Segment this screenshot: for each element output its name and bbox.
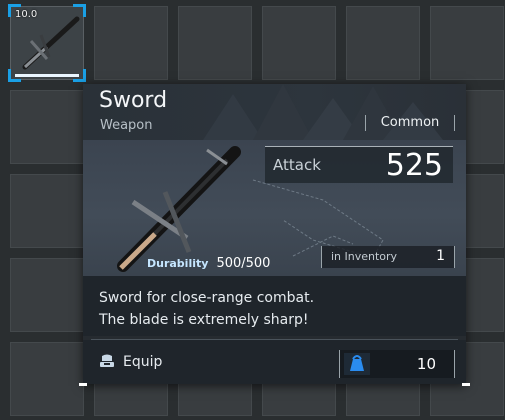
inventory-slot[interactable] (10, 90, 84, 164)
durability-stat: Durability 500/500 (147, 256, 270, 271)
inventory-slot[interactable] (10, 174, 84, 248)
inventory-slot-selected[interactable]: 10.0 (8, 4, 86, 82)
price-display: 10 (339, 350, 455, 378)
item-title: Sword (99, 88, 168, 113)
equip-button-icon (100, 354, 114, 367)
inventory-count-label: in Inventory (331, 250, 398, 263)
tooltip-stats-panel: Attack 525 Durability 500/500 in Inventor… (83, 140, 466, 276)
sword-icon (22, 16, 80, 70)
tooltip-header: Sword Weapon Common (83, 84, 466, 140)
item-type: Weapon (100, 118, 153, 133)
inventory-slot[interactable] (10, 342, 84, 416)
weight-icon (344, 353, 370, 375)
description-line: Sword for close-range combat. (99, 290, 315, 306)
corner-mark (79, 383, 87, 386)
attack-stat: Attack 525 (265, 146, 453, 183)
inventory-slot[interactable] (178, 6, 252, 80)
description-line: The blade is extremely sharp! (99, 312, 309, 328)
corner-mark (462, 383, 470, 386)
sword-icon (117, 146, 241, 272)
inventory-slot[interactable] (10, 258, 84, 332)
equip-action[interactable]: Equip (123, 354, 162, 370)
rarity-badge: Common (365, 115, 455, 131)
inventory-slot[interactable] (262, 6, 336, 80)
item-tooltip: Sword Weapon Common Attack 525 Durabilit… (79, 84, 470, 386)
inventory-slot[interactable] (346, 6, 420, 80)
inventory-count-stat: in Inventory 1 (321, 246, 455, 268)
inventory-slot[interactable] (430, 6, 504, 80)
durability-bar (15, 74, 79, 77)
attack-label: Attack (273, 156, 321, 174)
slot-weight: 10.0 (15, 9, 38, 20)
durability-label: Durability (147, 257, 209, 270)
tooltip-footer: Equip 10 (83, 340, 466, 384)
inventory-slot[interactable] (94, 6, 168, 80)
inventory-count-value: 1 (436, 248, 445, 264)
price-value: 10 (416, 355, 436, 373)
attack-value: 525 (385, 148, 443, 183)
durability-value: 500/500 (216, 256, 271, 271)
item-description: Sword for close-range combat. The blade … (83, 276, 466, 336)
